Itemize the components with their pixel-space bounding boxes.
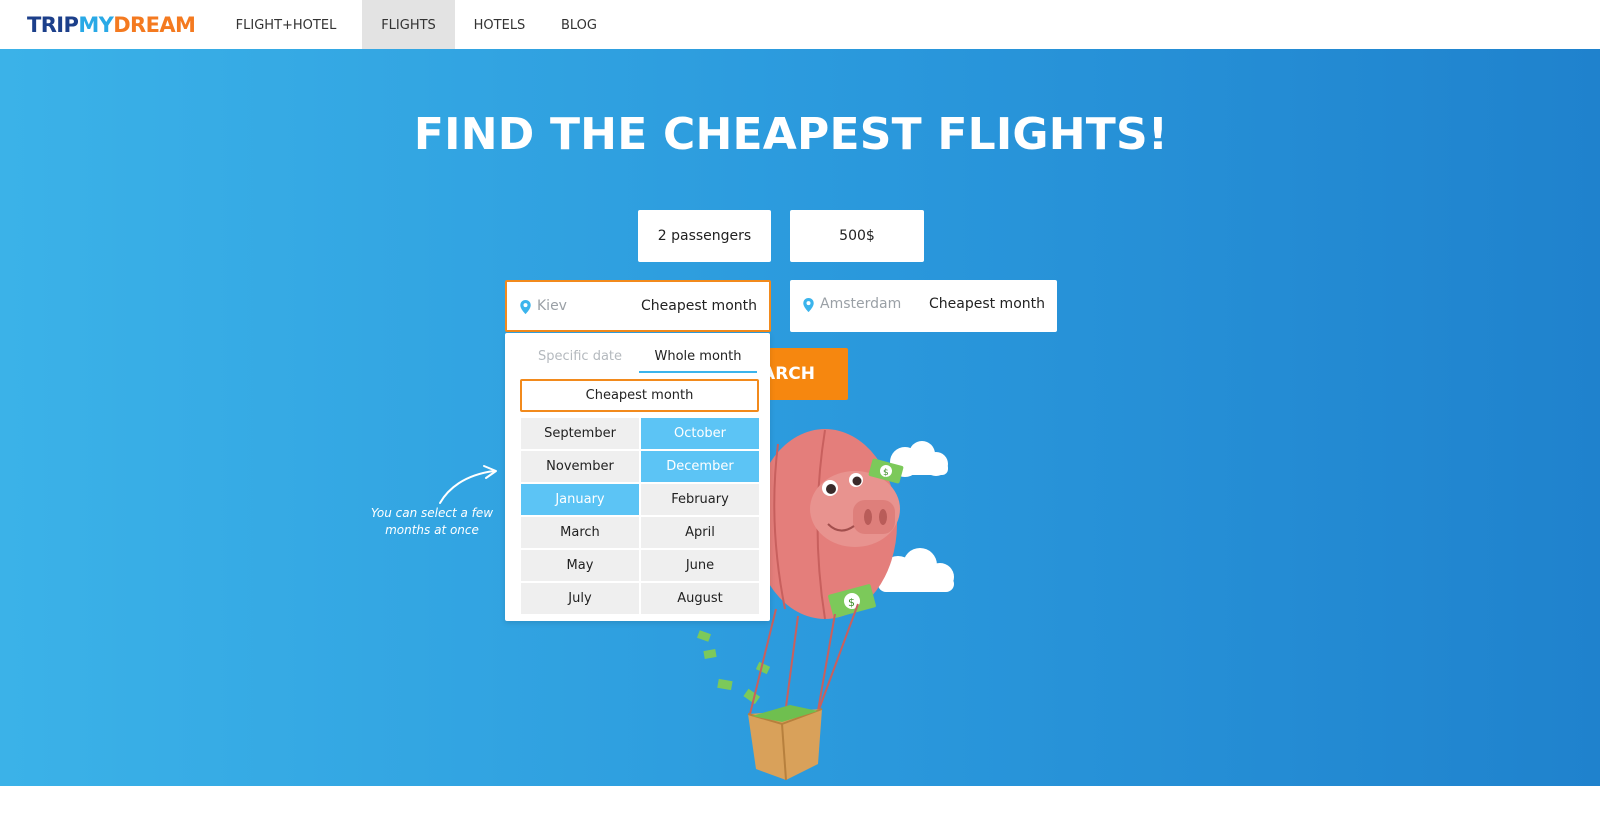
- month-february[interactable]: February: [641, 484, 759, 515]
- month-august[interactable]: August: [641, 583, 759, 614]
- destination-field[interactable]: Amsterdam Cheapest month: [790, 280, 1057, 332]
- destination-city: Amsterdam: [820, 296, 902, 312]
- tab-whole-month[interactable]: Whole month: [639, 349, 757, 373]
- month-april[interactable]: April: [641, 517, 759, 548]
- month-picker-dropdown: Specific date Whole month Cheapest month…: [505, 333, 770, 621]
- month-june[interactable]: June: [641, 550, 759, 581]
- logo-part-my: MY: [78, 13, 114, 37]
- passengers-field[interactable]: 2 passengers: [638, 210, 771, 262]
- month-july[interactable]: July: [521, 583, 639, 614]
- origin-field[interactable]: Kiev Cheapest month: [505, 280, 771, 332]
- month-january[interactable]: January: [521, 484, 639, 515]
- hero-section: FIND THE CHEAPEST FLIGHTS! 2 passengers …: [0, 49, 1600, 786]
- budget-field[interactable]: 500$: [790, 210, 924, 262]
- top-navbar: TRIPMYDREAM FLIGHT+HOTEL FLIGHTS HOTELS …: [0, 0, 1600, 49]
- month-march[interactable]: March: [521, 517, 639, 548]
- page-footer-area: [0, 786, 1600, 830]
- origin-city: Kiev: [537, 298, 567, 314]
- month-october[interactable]: October: [641, 418, 759, 449]
- nav-item-blog[interactable]: BLOG: [552, 0, 606, 49]
- svg-text:$: $: [848, 596, 855, 609]
- curved-arrow-icon: [439, 465, 497, 504]
- location-pin-icon: [520, 300, 531, 314]
- search-button[interactable]: SEARCH: [760, 348, 848, 400]
- nav-item-flight-hotel[interactable]: FLIGHT+HOTEL: [231, 0, 341, 49]
- month-november[interactable]: November: [521, 451, 639, 482]
- nav-item-flights[interactable]: FLIGHTS: [362, 0, 455, 49]
- month-december[interactable]: December: [641, 451, 759, 482]
- page-title: FIND THE CHEAPEST FLIGHTS!: [413, 109, 1169, 160]
- month-september[interactable]: September: [521, 418, 639, 449]
- cheapest-month-option[interactable]: Cheapest month: [520, 379, 759, 412]
- logo-part-trip: TRIP: [27, 13, 79, 37]
- logo-part-dream: DREAM: [113, 13, 196, 37]
- month-may[interactable]: May: [521, 550, 639, 581]
- logo[interactable]: TRIPMYDREAM: [27, 13, 196, 37]
- nav-item-hotels[interactable]: HOTELS: [462, 0, 537, 49]
- destination-month[interactable]: Cheapest month: [929, 296, 1045, 312]
- tab-specific-date[interactable]: Specific date: [521, 349, 639, 371]
- svg-text:$: $: [883, 468, 889, 478]
- origin-month[interactable]: Cheapest month: [641, 298, 757, 314]
- hint-text: You can select a few months at once: [370, 506, 494, 537]
- location-pin-icon: [803, 298, 814, 312]
